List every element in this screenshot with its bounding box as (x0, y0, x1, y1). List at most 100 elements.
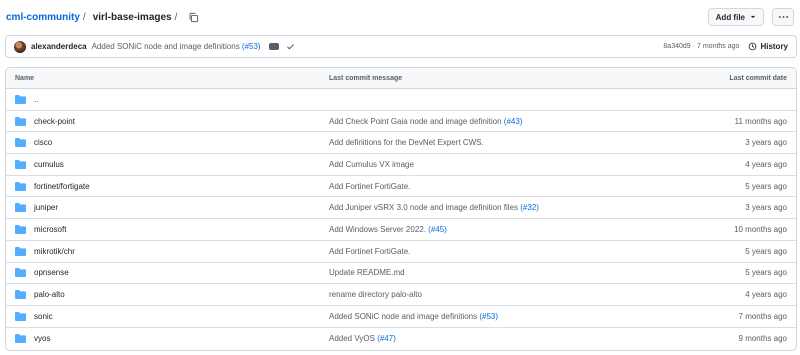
column-header-date: Last commit date (729, 74, 787, 82)
folder-icon (15, 333, 26, 343)
commit-message-cell[interactable]: Added SONiC node and image definitions (… (329, 312, 686, 321)
avatar[interactable] (14, 40, 26, 53)
add-file-label: Add file (715, 12, 745, 22)
commit-sha[interactable]: 8a340d9 (663, 43, 690, 50)
commit-message-text: rename directory palo-alto (329, 290, 422, 300)
commit-message-text: Add Fortinet FortiGate. (329, 246, 411, 256)
commit-message[interactable]: Added SONiC node and image definitions (… (92, 42, 261, 51)
clock-history-icon (749, 42, 757, 51)
table-row[interactable]: vyos Added VyOS (#47) 9 months ago (6, 328, 796, 350)
file-name-cell: check-point (6, 117, 329, 126)
commit-message-text: Add Cumulus VX image (329, 159, 414, 169)
commit-pr-link[interactable]: (#45) (428, 225, 447, 234)
directory-link[interactable]: juniper (34, 203, 58, 212)
commit-date-cell: 4 years ago (745, 159, 787, 169)
directory-link[interactable]: mikrotik/chr (34, 247, 75, 256)
parent-directory: .. (6, 95, 329, 104)
commit-pr-link[interactable]: (#43) (504, 117, 523, 126)
file-name-cell: fortinet/fortigate (6, 182, 329, 191)
commit-pr-link[interactable]: (#47) (377, 334, 396, 343)
breadcrumb: cml-community / virl-base-images / (6, 12, 199, 23)
file-table: Name Last commit message Last commit dat… (5, 67, 797, 351)
directory-link[interactable]: palo-alto (34, 290, 65, 299)
table-row[interactable]: fortinet/fortigate Add Fortinet FortiGate… (6, 176, 796, 198)
commit-message-cell[interactable]: rename directory palo-alto (329, 290, 686, 299)
commit-message-cell[interactable]: Add definitions for the DevNet Expert CW… (329, 138, 686, 147)
commit-message-cell[interactable]: Add Cumulus VX image (329, 160, 686, 169)
commit-message-cell[interactable]: Add Windows Server 2022. (#45) (329, 225, 686, 234)
commit-message-cell[interactable]: Added VyOS (#47) (329, 334, 686, 343)
breadcrumb-owner-link[interactable]: cml-community (6, 12, 80, 23)
file-name-cell: juniper (6, 203, 329, 212)
table-row[interactable]: sonic Added SONiC node and image definiti… (6, 306, 796, 328)
table-row[interactable]: cisco Add definitions for the DevNet Expe… (6, 132, 796, 155)
meta-separator: · (692, 43, 696, 50)
more-options-button[interactable] (772, 8, 794, 26)
file-name-cell: mikrotik/chr (6, 247, 329, 256)
commit-date-cell: 5 years ago (745, 268, 787, 278)
table-row[interactable]: opnsense Update README.md 5 years ago (6, 263, 796, 285)
file-name-cell: cumulus (6, 160, 329, 169)
directory-link[interactable]: cumulus (34, 160, 64, 169)
latest-commit-bar: alexanderdeca Added SONiC node and image… (5, 35, 797, 58)
commit-message-text: Add Check Point Gaia node and image defi… (329, 116, 502, 126)
commit-message-text: Add definitions for the DevNet Expert CW… (329, 138, 484, 148)
commit-pr-link[interactable]: (#53) (242, 42, 261, 51)
commit-date-cell: 7 months ago (738, 311, 787, 321)
file-table-body: .. check-point Add Check Point Gaia node … (6, 89, 796, 349)
directory-link[interactable]: vyos (34, 334, 50, 343)
file-name-cell: palo-alto (6, 290, 329, 299)
directory-link[interactable]: fortinet/fortigate (34, 182, 90, 191)
history-label: History (760, 42, 788, 51)
commit-message-cell[interactable]: Update README.md (329, 268, 686, 277)
table-row[interactable]: check-point Add Check Point Gaia node and… (6, 111, 796, 133)
file-name-cell: opnsense (6, 268, 329, 277)
file-name-cell: microsoft (6, 225, 329, 234)
directory-link[interactable]: cisco (34, 138, 52, 147)
table-row[interactable]: mikrotik/chr Add Fortinet FortiGate. 5 ye… (6, 241, 796, 263)
directory-link[interactable]: opnsense (34, 268, 69, 277)
copy-icon[interactable] (188, 12, 199, 23)
commit-message-text: Update README.md (329, 268, 405, 278)
commit-message-cell[interactable]: Add Fortinet FortiGate. (329, 247, 686, 256)
folder-icon (15, 246, 26, 256)
folder-icon (15, 116, 26, 126)
commit-date-cell: 4 years ago (745, 290, 787, 300)
commit-pr-link[interactable]: (#32) (520, 203, 539, 212)
folder-icon (15, 159, 26, 169)
file-name-cell: cisco (6, 138, 329, 147)
commit-author[interactable]: alexanderdeca (31, 42, 87, 51)
column-header-message: Last commit message (329, 74, 403, 82)
commit-message-text: Add Juniper vSRX 3.0 node and image defi… (329, 203, 519, 213)
commit-message-cell[interactable]: Add Fortinet FortiGate. (329, 182, 686, 191)
history-link[interactable]: History (748, 42, 788, 51)
directory-link[interactable]: sonic (34, 312, 53, 321)
commit-date-cell: 5 years ago (745, 181, 787, 191)
folder-icon (15, 290, 26, 299)
folder-icon (15, 268, 26, 278)
parent-directory-link[interactable]: .. (34, 95, 38, 104)
table-row[interactable]: juniper Add Juniper vSRX 3.0 node and ima… (6, 197, 796, 220)
table-row[interactable]: microsoft Add Windows Server 2022. (#45) 1… (6, 219, 796, 241)
parent-directory-row[interactable]: .. (6, 89, 796, 111)
folder-icon (15, 94, 26, 104)
breadcrumb-separator: / (82, 11, 86, 23)
commit-message-cell[interactable]: Add Juniper vSRX 3.0 node and image defi… (329, 203, 686, 212)
check-icon[interactable] (286, 42, 295, 51)
commit-message-cell[interactable]: Add Check Point Gaia node and image defi… (329, 117, 686, 126)
commit-message-text: Add Fortinet FortiGate. (329, 181, 411, 191)
directory-link[interactable]: microsoft (34, 225, 66, 234)
table-row[interactable]: cumulus Add Cumulus VX image 4 years ago (6, 154, 796, 176)
table-row[interactable]: palo-alto rename directory palo-alto 4 ye… (6, 284, 796, 306)
commit-message-text: Add Windows Server 2022. (329, 224, 426, 234)
commit-message-text: Added VyOS (329, 333, 375, 343)
expand-commit-message-button[interactable] (268, 43, 279, 50)
add-file-button[interactable]: Add file (707, 8, 764, 26)
commit-date-cell: 3 years ago (745, 138, 787, 148)
folder-icon (15, 138, 26, 148)
commit-date-cell: 9 months ago (738, 333, 787, 343)
commit-date-cell: 3 years ago (745, 203, 787, 213)
folder-icon (15, 311, 26, 321)
commit-pr-link[interactable]: (#53) (479, 312, 498, 321)
directory-link[interactable]: check-point (34, 117, 75, 126)
